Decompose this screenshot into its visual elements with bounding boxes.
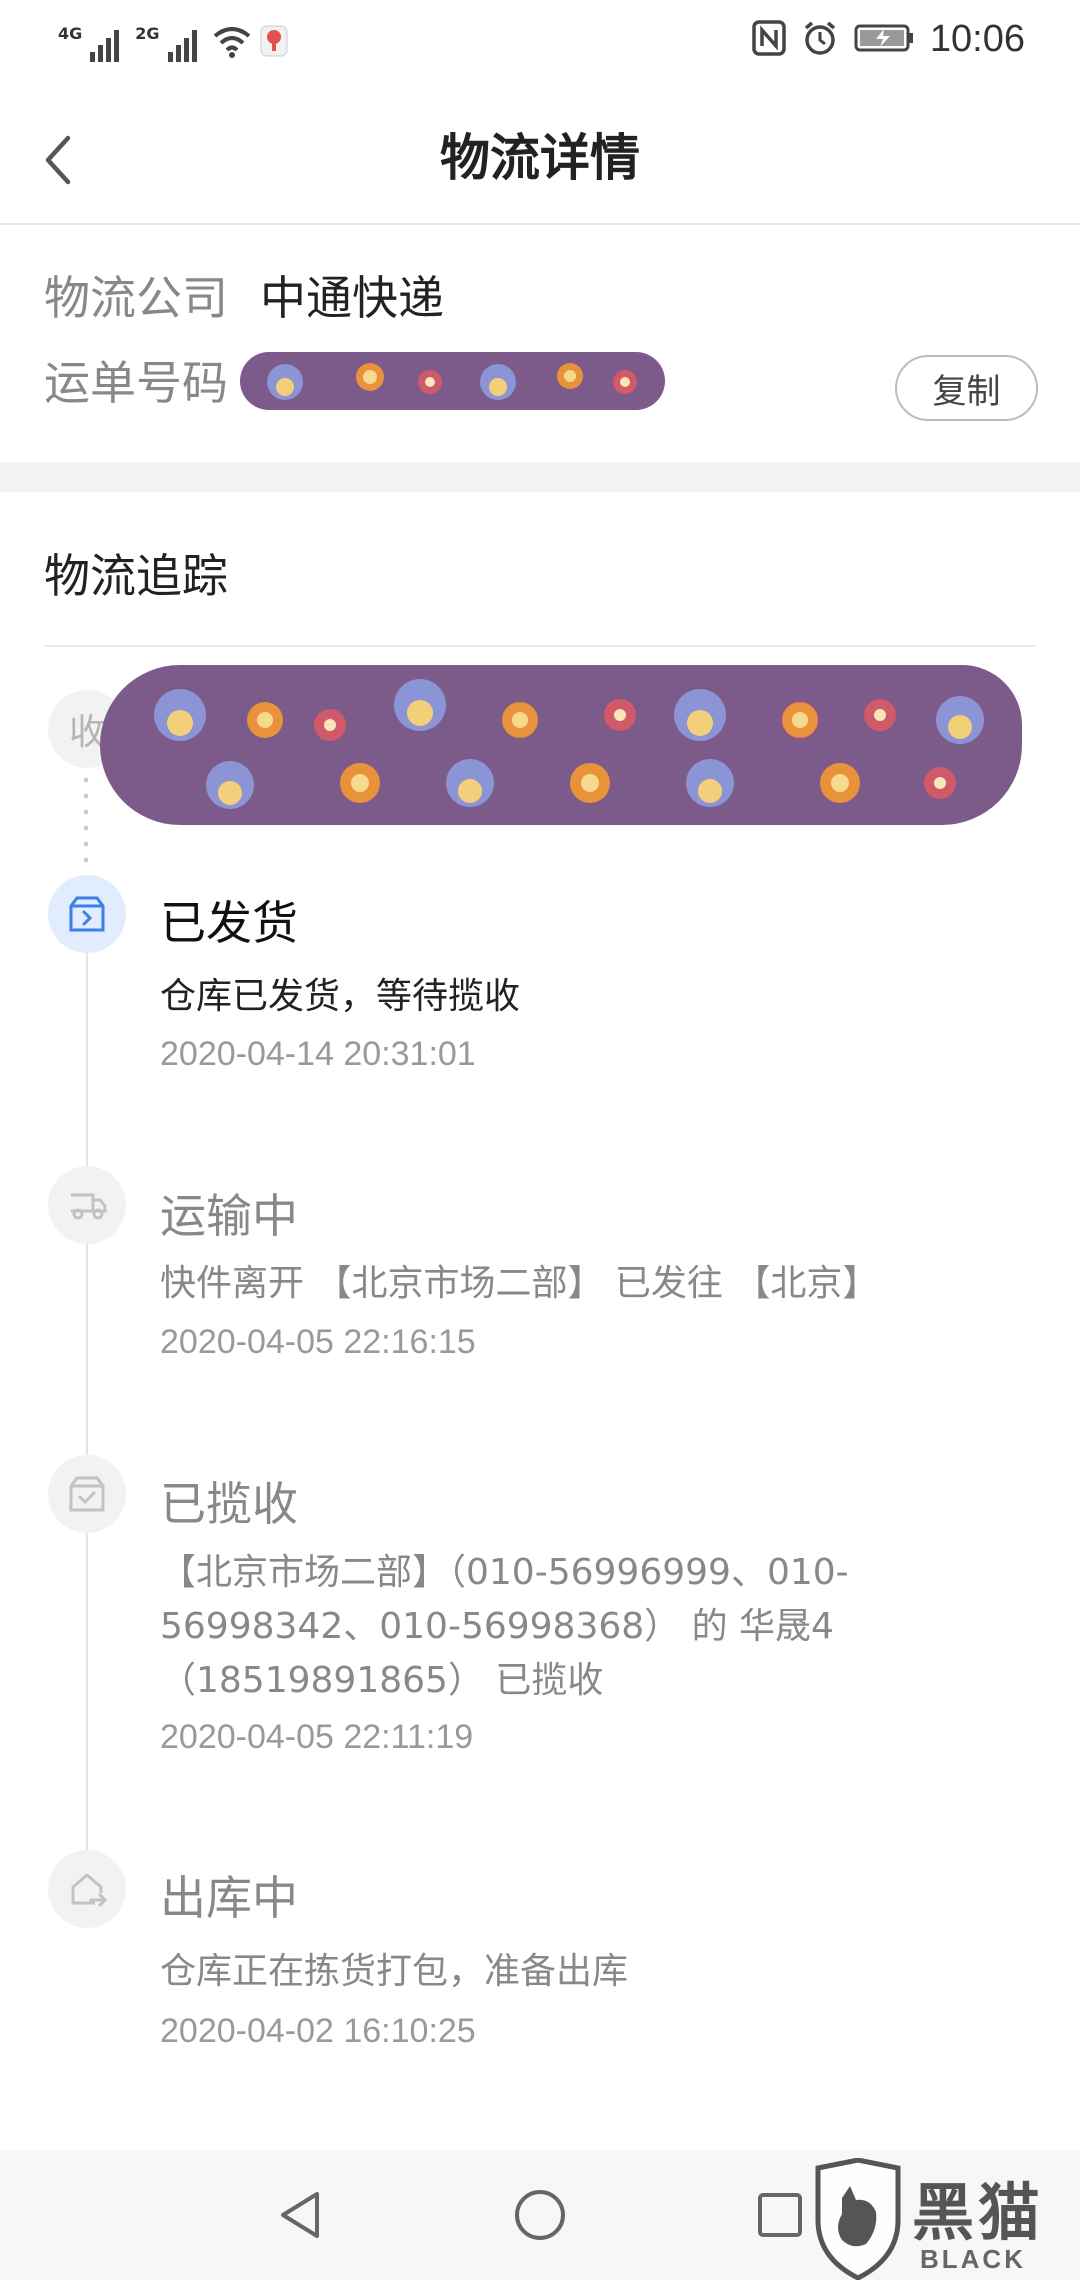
divider xyxy=(44,645,1036,647)
watermark-en: BLACK CAT xyxy=(920,2244,1026,2280)
timeline-dots xyxy=(83,772,89,872)
event-desc: 快件离开 【北京市场二部】 已发往 【北京】 xyxy=(160,1263,879,1304)
event-collected-node xyxy=(48,1455,126,1533)
copy-button[interactable]: 复制 xyxy=(895,355,1038,421)
box-check-icon xyxy=(69,1476,105,1512)
battery-charging-icon xyxy=(854,23,914,57)
event-title: 出库中 xyxy=(160,1871,298,1925)
redaction-mark xyxy=(240,352,665,410)
event-desc: 【北京市场二部】（010-56996999、010-56998342、010-5… xyxy=(160,1552,849,1701)
event-time: 2020-04-05 22:16:15 xyxy=(160,1323,476,1361)
waybill-row: 运单号码 xyxy=(44,347,260,413)
signal-2g-icon xyxy=(167,28,197,62)
event-title: 运输中 xyxy=(160,1189,298,1243)
black-cat-logo-icon xyxy=(815,2158,901,2280)
event-time: 2020-04-14 20:31:01 xyxy=(160,1035,476,1073)
status-left: 4G 2G xyxy=(58,22,289,62)
status-bar: 4G 2G 10:06 xyxy=(0,0,1080,90)
location-app-icon xyxy=(259,22,289,62)
wifi-icon xyxy=(213,26,251,62)
alarm-icon xyxy=(802,20,838,60)
shipment-info: 物流公司 中通快递 运单号码 复制 xyxy=(0,227,1080,462)
event-shipped-node xyxy=(48,875,126,953)
nav-home-button[interactable] xyxy=(505,2180,575,2250)
nav-back-button[interactable] xyxy=(265,2180,335,2250)
company-label: 物流公司 xyxy=(44,271,228,325)
section-gap xyxy=(0,462,1080,492)
company-row: 物流公司 中通快递 xyxy=(44,262,444,328)
event-desc: 仓库正在拣货打包，准备出库 xyxy=(160,1951,629,1992)
timeline-line xyxy=(86,912,88,1862)
signal-4g-icon xyxy=(90,28,120,62)
header: 物流详情 xyxy=(0,90,1080,225)
event-outbound-node xyxy=(48,1850,126,1928)
event-transit-node xyxy=(48,1166,126,1244)
warehouse-out-icon xyxy=(71,1873,108,1907)
event-time: 2020-04-05 22:11:19 xyxy=(160,1718,474,1756)
network-type-2: 2G xyxy=(135,24,160,43)
event-title: 已发货 xyxy=(160,896,298,950)
nfc-icon xyxy=(752,19,786,60)
page-title: 物流详情 xyxy=(440,129,640,187)
watermark-cn: 黑猫 xyxy=(912,2176,1045,2249)
nav-recents-button[interactable] xyxy=(745,2180,815,2250)
company-value: 中通快递 xyxy=(260,271,444,325)
status-time: 10:06 xyxy=(929,18,1025,60)
event-time: 2020-04-02 16:10:25 xyxy=(160,2012,476,2050)
square-recents-icon xyxy=(758,2193,802,2237)
circle-home-icon xyxy=(515,2190,565,2240)
black-cat-watermark: 黑猫 BLACK CAT xyxy=(812,2158,1080,2280)
event-desc: 仓库已发货，等待揽收 xyxy=(160,976,521,1017)
network-type-1: 4G xyxy=(58,24,83,43)
box-arrow-icon xyxy=(69,896,105,932)
waybill-label: 运单号码 xyxy=(44,356,228,410)
redaction-mark xyxy=(100,665,1022,825)
status-right: 10:06 xyxy=(752,18,1025,61)
triangle-back-icon xyxy=(281,2192,319,2238)
truck-icon xyxy=(71,1193,107,1220)
tracking-title: 物流追踪 xyxy=(44,549,228,603)
event-title: 已揽收 xyxy=(160,1477,298,1531)
